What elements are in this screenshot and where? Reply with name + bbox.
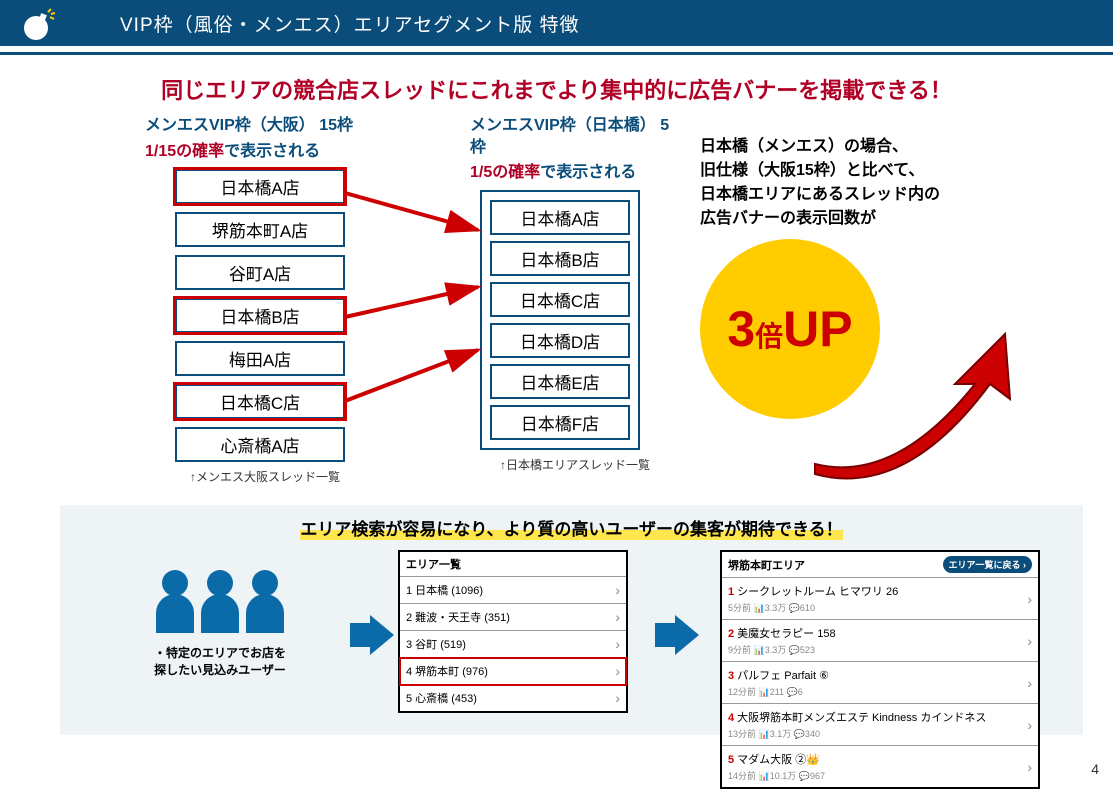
area-row[interactable]: 2 難波・天王寺 (351) ›: [400, 604, 626, 631]
shop-label: 1 シークレットルーム ヒマワリ 265分前 📊3.3万 💬610: [728, 583, 898, 614]
area-row[interactable]: 5 心斎橋 (453) ›: [400, 685, 626, 711]
nihonbashi-store-list: 日本橋A店日本橋B店日本橋C店日本橋D店日本橋E店日本橋F店: [480, 190, 640, 450]
result-line: 広告バナーの表示回数が: [700, 207, 1070, 231]
chevron-right-icon: ›: [1027, 634, 1032, 648]
area-row[interactable]: 4 堺筋本町 (976) ›: [400, 658, 626, 685]
shop-label: 3 パルフェ Parfait ⑥12分前 📊211 💬6: [728, 667, 829, 698]
chevron-right-icon: ›: [1027, 760, 1032, 774]
panel-head-label: 堺筋本町エリア: [728, 557, 805, 573]
badge-unit: 倍: [755, 321, 783, 352]
up-badge: 3倍UP: [700, 239, 1070, 419]
users-caption: ・特定のエリアでお店を探したい見込みユーザー: [110, 644, 330, 678]
column-result: 日本橋（メンエス）の場合、 旧仕様（大阪15枠）と比べて、 日本橋エリアにあるス…: [700, 115, 1070, 419]
chevron-right-icon: ›: [615, 637, 620, 651]
store-item: 日本橋F店: [490, 405, 630, 440]
store-item: 日本橋E店: [490, 364, 630, 399]
shop-label: 2 美魔女セラピー 1589分前 📊3.3万 💬523: [728, 625, 836, 656]
chevron-right-icon: ›: [615, 691, 620, 705]
nihonbashi-prob-suffix: で表示される: [540, 164, 636, 181]
bottom-panel: エリア検索が容易になり、より質の高いユーザーの集客が期待できる！ ・特定のエリア…: [60, 505, 1083, 735]
area-row[interactable]: 3 谷町 (519) ›: [400, 631, 626, 658]
osaka-caption: ↑メンエス大阪スレッド一覧: [145, 468, 385, 485]
users-icon: [150, 565, 290, 640]
chevron-right-icon: ›: [615, 583, 620, 597]
bottom-title: エリア検索が容易になり、より質の高いユーザーの集客が期待できる！: [300, 515, 842, 540]
up-arrow-icon: [805, 324, 1035, 484]
shop-row[interactable]: 2 美魔女セラピー 1589分前 📊3.3万 💬523 ›: [722, 620, 1038, 662]
area-label: 2 難波・天王寺 (351): [406, 609, 510, 625]
store-item: 心斎橋A店: [175, 427, 345, 462]
panel-head-label: エリア一覧: [406, 556, 461, 572]
slide-title: VIP枠（風俗・メンエス）エリアセグメント版 特徴: [120, 10, 580, 37]
store-item: 日本橋D店: [490, 323, 630, 358]
store-item: 日本橋B店: [175, 298, 345, 333]
shop-row[interactable]: 3 パルフェ Parfait ⑥12分前 📊211 💬6 ›: [722, 662, 1038, 704]
main-subtitle: 同じエリアの競合店スレッドにこれまでより集中的に広告バナーを掲載できる！: [0, 73, 1113, 105]
area-label: 5 心斎橋 (453): [406, 690, 477, 706]
column-osaka: メンエスVIP枠（大阪） 15枠 1/15の確率で表示される 日本橋A店堺筋本町…: [145, 115, 385, 485]
shop-label: 5 マダム大阪 ②👑14分前 📊10.1万 💬967: [728, 751, 825, 782]
badge-number: 3: [727, 301, 755, 357]
osaka-store-list: 日本橋A店堺筋本町A店谷町A店日本橋B店梅田A店日本橋C店心斎橋A店: [175, 169, 345, 462]
chevron-right-icon: ›: [1027, 592, 1032, 606]
flow-arrow-icon: [655, 615, 699, 655]
result-text: 日本橋（メンエス）の場合、 旧仕様（大阪15枠）と比べて、 日本橋エリアにあるス…: [700, 135, 1070, 231]
area-label: 3 谷町 (519): [406, 636, 466, 652]
store-item: 日本橋B店: [490, 241, 630, 276]
chevron-right-icon: ›: [615, 610, 620, 624]
store-item: 日本橋A店: [490, 200, 630, 235]
shop-row[interactable]: 1 シークレットルーム ヒマワリ 265分前 📊3.3万 💬610 ›: [722, 578, 1038, 620]
store-item: 日本橋C店: [490, 282, 630, 317]
result-line: 旧仕様（大阪15枠）と比べて、: [700, 159, 1070, 183]
shop-row[interactable]: 4 大阪堺筋本町メンズエステ Kindness カインドネス13分前 📊3.1万…: [722, 704, 1038, 746]
chevron-right-icon: ›: [1027, 676, 1032, 690]
osaka-prob-suffix: で表示される: [224, 143, 320, 160]
nihonbashi-probability: 1/5の確率: [470, 164, 540, 181]
flow-arrow-icon: [350, 615, 394, 655]
comparison-area: メンエスVIP枠（大阪） 15枠 1/15の確率で表示される 日本橋A店堺筋本町…: [0, 115, 1113, 505]
panel-head: エリア一覧: [400, 552, 626, 577]
store-item: 日本橋C店: [175, 384, 345, 419]
header-divider: [0, 52, 1113, 55]
area-label: 4 堺筋本町 (976): [406, 663, 488, 679]
page-number: 4: [1091, 761, 1099, 777]
chevron-right-icon: ›: [615, 664, 620, 678]
area-list-panel: エリア一覧 1 日本橋 (1096)›2 難波・天王寺 (351)›3 谷町 (…: [398, 550, 628, 713]
area-row[interactable]: 1 日本橋 (1096) ›: [400, 577, 626, 604]
slide-header: VIP枠（風俗・メンエス）エリアセグメント版 特徴: [0, 0, 1113, 46]
nihonbashi-title: メンエスVIP枠（日本橋） 5枠: [470, 115, 680, 158]
users-block: ・特定のエリアでお店を探したい見込みユーザー: [110, 565, 330, 678]
area-label: 1 日本橋 (1096): [406, 582, 483, 598]
osaka-title: メンエスVIP枠（大阪） 15枠: [145, 115, 385, 137]
back-pill[interactable]: エリア一覧に戻る ›: [943, 556, 1033, 573]
shop-label: 4 大阪堺筋本町メンズエステ Kindness カインドネス13分前 📊3.1万…: [728, 709, 986, 740]
column-nihonbashi: メンエスVIP枠（日本橋） 5枠 1/5の確率で表示される 日本橋A店日本橋B店…: [470, 115, 680, 473]
area-detail-panel: 堺筋本町エリア エリア一覧に戻る › 1 シークレットルーム ヒマワリ 265分…: [720, 550, 1040, 789]
logo-bomb-icon: [18, 6, 58, 42]
panel-head: 堺筋本町エリア エリア一覧に戻る ›: [722, 552, 1038, 578]
store-item: 日本橋A店: [175, 169, 345, 204]
nihonbashi-caption: ↑日本橋エリアスレッド一覧: [470, 456, 680, 473]
store-item: 谷町A店: [175, 255, 345, 290]
store-item: 梅田A店: [175, 341, 345, 376]
store-item: 堺筋本町A店: [175, 212, 345, 247]
osaka-probability: 1/15の確率: [145, 143, 224, 160]
result-line: 日本橋エリアにあるスレッド内の: [700, 183, 1070, 207]
shop-row[interactable]: 5 マダム大阪 ②👑14分前 📊10.1万 💬967 ›: [722, 746, 1038, 787]
chevron-right-icon: ›: [1027, 718, 1032, 732]
result-line: 日本橋（メンエス）の場合、: [700, 135, 1070, 159]
